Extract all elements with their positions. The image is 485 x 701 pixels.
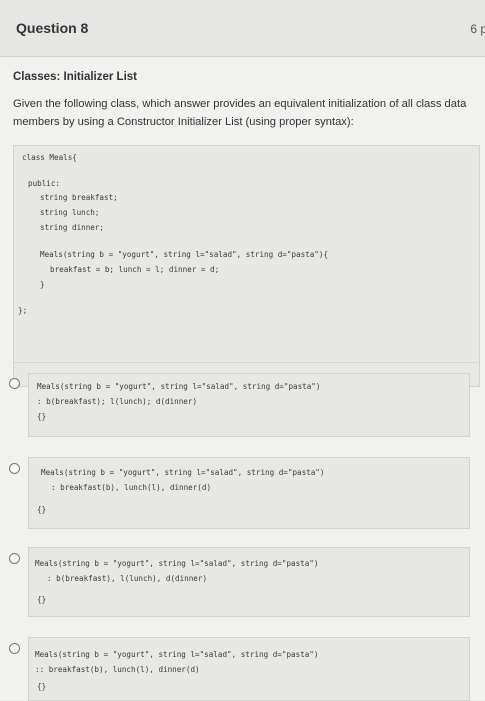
- answer-code-box: Meals(string b = "yogurt", string l="sal…: [28, 547, 470, 617]
- code-member-dinner: string dinner;: [40, 223, 105, 232]
- code-class-decl: class Meals{: [22, 153, 77, 162]
- code-member-lunch: string lunch;: [40, 208, 100, 217]
- question-header: Question 8 6 p: [0, 0, 485, 57]
- answer-code-box: Meals(string b = "yogurt", string l="sal…: [28, 637, 470, 701]
- answer-line-2: : breakfast(b), lunch(l), dinner(d): [51, 483, 212, 492]
- answer-line-2: :: breakfast(b), lunch(l), dinner(d): [35, 665, 200, 674]
- code-close-brace: }: [40, 280, 45, 289]
- answer-line-2: : b(breakfast); l(lunch); d(dinner): [37, 397, 198, 406]
- radio-button[interactable]: [9, 643, 20, 654]
- section-title: Classes: Initializer List: [13, 71, 137, 83]
- radio-button[interactable]: [9, 463, 20, 474]
- code-class-end: };: [18, 306, 28, 315]
- code-constructor: Meals(string b = "yogurt", string l="sal…: [40, 250, 329, 259]
- answer-code-box: Meals(string b = "yogurt", string l="sal…: [28, 373, 470, 437]
- answer-line-2: : b(breakfast), l(lunch), d(dinner): [47, 574, 208, 583]
- code-member-breakfast: string breakfast;: [40, 193, 118, 202]
- question-title: Question 8: [16, 20, 89, 36]
- answer-line-3: {}: [37, 412, 47, 421]
- answer-line-1: Meals(string b = "yogurt", string l="sal…: [35, 559, 319, 568]
- question-content: Classes: Initializer List Given the foll…: [0, 57, 485, 701]
- radio-button[interactable]: [9, 553, 20, 564]
- answer-line-1: Meals(string b = "yogurt", string l="sal…: [35, 650, 319, 659]
- question-prompt: Given the following class, which answer …: [13, 98, 467, 128]
- answer-line-3: {}: [37, 595, 47, 604]
- answer-line-3: {}: [37, 505, 47, 514]
- divider: [13, 362, 478, 363]
- answer-code-box: Meals(string b = "yogurt", string l="sal…: [28, 457, 470, 529]
- question-points: 6 p: [470, 22, 485, 36]
- answer-line-1: Meals(string b = "yogurt", string l="sal…: [41, 468, 325, 477]
- answer-line-3: {}: [37, 682, 47, 691]
- radio-button[interactable]: [9, 378, 20, 389]
- code-constructor-body: breakfast = b; lunch = l; dinner = d;: [50, 265, 220, 274]
- code-block: class Meals{ public: string breakfast; s…: [13, 145, 480, 387]
- code-public: public:: [28, 179, 61, 188]
- answer-line-1: Meals(string b = "yogurt", string l="sal…: [37, 382, 321, 391]
